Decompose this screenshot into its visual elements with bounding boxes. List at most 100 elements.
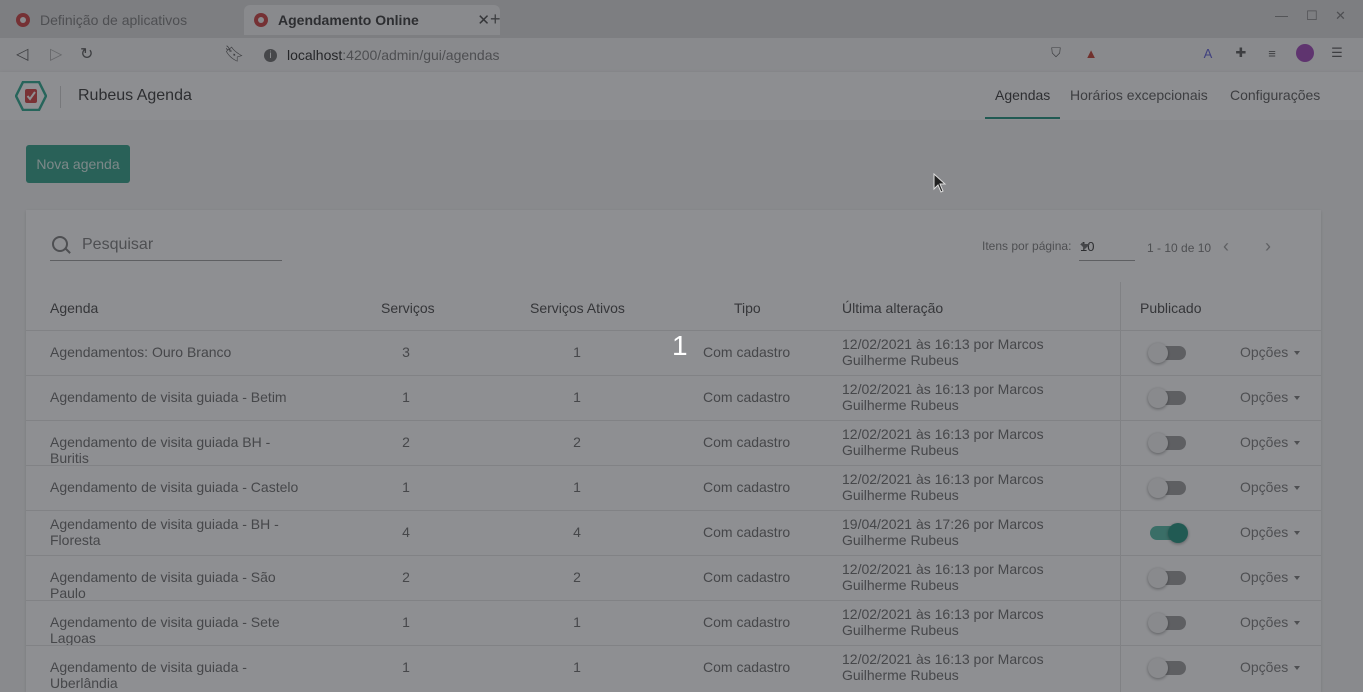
cell-servicos-ativos: 1 [573, 479, 581, 495]
translate-extension-icon[interactable]: A [1199, 44, 1217, 62]
publicado-toggle[interactable] [1148, 478, 1186, 498]
opcoes-menu-button[interactable]: Opções [1240, 344, 1301, 360]
address-bar[interactable]: i localhost:4200/admin/gui/agendas [258, 42, 1038, 68]
menu-icon[interactable]: ☰ [1328, 44, 1346, 62]
agendas-table-card: Itens por página: 10 1 - 10 de 10 ‹ › Ag… [26, 210, 1321, 692]
publicado-toggle[interactable] [1150, 523, 1188, 543]
items-per-page-label: Itens por página: [982, 239, 1072, 253]
header-divider [60, 86, 61, 108]
header-ultima-alteracao[interactable]: Última alteração [842, 300, 943, 316]
cell-servicos-ativos: 2 [573, 569, 581, 585]
nav-configuracoes[interactable]: Configurações [1230, 87, 1320, 103]
site-info-icon[interactable]: i [264, 48, 277, 62]
opcoes-label: Opções [1240, 524, 1289, 540]
close-window-icon[interactable]: ✕ [1335, 8, 1346, 24]
header-servicos-ativos[interactable]: Serviços Ativos [530, 300, 625, 316]
minimize-window-icon[interactable]: — [1275, 8, 1288, 23]
cell-servicos: 2 [402, 569, 410, 585]
url-host: localhost [287, 47, 343, 63]
browser-tab-agendamento[interactable]: Agendamento Online ✕ [244, 5, 500, 35]
toggle-knob [1148, 568, 1168, 588]
previous-page-icon[interactable]: ‹ [1223, 236, 1229, 257]
active-nav-indicator [985, 117, 1060, 119]
cell-agenda: Agendamento de visita guiada - BH - Flor… [50, 516, 279, 548]
opcoes-menu-button[interactable]: Opções [1240, 479, 1301, 495]
opcoes-menu-button[interactable]: Opções [1240, 524, 1301, 540]
opcoes-label: Opções [1240, 614, 1289, 630]
page-size-select[interactable]: 10 [1079, 234, 1135, 261]
table-row[interactable]: Agendamento de visita guiada - Uberlândi… [26, 645, 1321, 691]
url-path: :4200/admin/gui/agendas [342, 47, 500, 63]
cell-servicos: 2 [402, 434, 410, 450]
cell-ultima-alteracao: 12/02/2021 às 16:13 por Marcos Guilherme… [842, 561, 1044, 593]
cell-tipo: Com cadastro [703, 524, 791, 540]
opcoes-menu-button[interactable]: Opções [1240, 434, 1301, 450]
table-row[interactable]: Agendamento de visita guiada - Betim 1 1 Co… [26, 375, 1321, 421]
new-tab-icon[interactable]: + [490, 9, 501, 30]
nav-horarios-excepcionais[interactable]: Horários excepcionais [1070, 87, 1208, 103]
cell-ultima-alteracao: 12/02/2021 às 16:13 por Marcos Guilherme… [842, 336, 1044, 368]
countdown-number: 1 [672, 330, 688, 361]
dropdown-arrow-icon [1294, 351, 1301, 356]
profile-avatar-icon[interactable] [1296, 44, 1314, 62]
cell-tipo: Com cadastro [703, 389, 791, 405]
browser-toolbar: ◁ ▷ ↻ 🔖︎ i localhost:4200/admin/gui/agen… [0, 38, 1363, 73]
publicado-toggle[interactable] [1148, 568, 1186, 588]
cell-servicos: 1 [402, 389, 410, 405]
toggle-knob [1148, 658, 1168, 678]
brave-rewards-icon[interactable]: ▲ [1082, 44, 1100, 62]
opcoes-label: Opções [1240, 569, 1289, 585]
nova-agenda-button[interactable]: Nova agenda [26, 145, 130, 183]
opcoes-menu-button[interactable]: Opções [1240, 569, 1301, 585]
nav-agendas[interactable]: Agendas [995, 87, 1050, 103]
publicado-toggle[interactable] [1148, 433, 1186, 453]
media-queue-icon[interactable]: ≡ [1263, 44, 1281, 62]
cell-servicos-ativos: 4 [573, 524, 581, 540]
cell-tipo: Com cadastro [703, 479, 791, 495]
bookmark-icon[interactable]: 🔖︎ [224, 44, 244, 64]
cell-tipo: Com cadastro [703, 344, 791, 360]
extensions-puzzle-icon[interactable]: ✚ [1232, 44, 1250, 62]
table-row[interactable]: Agendamento de visita guiada - Castelo 1 1… [26, 465, 1321, 511]
search-input[interactable] [82, 232, 278, 258]
back-icon[interactable]: ◁ [16, 44, 28, 64]
cell-ultima-alteracao: 12/02/2021 às 16:13 por Marcos Guilherme… [842, 426, 1044, 458]
cell-agenda: Agendamentos: Ouro Branco [50, 344, 232, 360]
header-publicado[interactable]: Publicado [1140, 300, 1202, 316]
opcoes-label: Opções [1240, 479, 1289, 495]
cell-agenda: Agendamento de visita guiada - Castelo [50, 479, 299, 495]
dropdown-arrow-icon [1294, 576, 1301, 581]
close-tab-icon[interactable]: ✕ [477, 11, 490, 29]
header-tipo[interactable]: Tipo [734, 300, 761, 316]
caret-down-icon [1080, 244, 1090, 249]
cell-servicos: 1 [402, 659, 410, 675]
table-row[interactable]: Agendamento de visita guiada BH - Buriti… [26, 420, 1321, 466]
browser-tab-definicao[interactable]: Definição de aplicativos [6, 5, 252, 35]
table-row[interactable]: Agendamento de visita guiada - BH - Flor… [26, 510, 1321, 556]
publicado-toggle[interactable] [1148, 388, 1186, 408]
opcoes-menu-button[interactable]: Opções [1240, 614, 1301, 630]
maximize-window-icon[interactable]: ☐ [1306, 8, 1318, 24]
tab-title: Agendamento Online [278, 12, 419, 28]
app-favicon-icon [16, 13, 30, 27]
opcoes-menu-button[interactable]: Opções [1240, 389, 1301, 405]
table-row[interactable]: Agendamento de visita guiada - São Paulo… [26, 555, 1321, 601]
header-servicos[interactable]: Serviços [381, 300, 435, 316]
forward-icon[interactable]: ▷ [50, 44, 62, 64]
cell-servicos: 3 [402, 344, 410, 360]
toggle-knob [1148, 388, 1168, 408]
toggle-knob [1148, 343, 1168, 363]
publicado-toggle[interactable] [1148, 613, 1186, 633]
reload-icon[interactable]: ↻ [80, 44, 93, 64]
cell-agenda: Agendamento de visita guiada - Sete Lago… [50, 614, 280, 646]
publicado-toggle[interactable] [1148, 658, 1186, 678]
cell-servicos: 1 [402, 479, 410, 495]
cell-agenda: Agendamento de visita guiada - Betim [50, 389, 287, 405]
table-row[interactable]: Agendamento de visita guiada - Sete Lago… [26, 600, 1321, 646]
next-page-icon[interactable]: › [1265, 236, 1271, 257]
cell-agenda: Agendamento de visita guiada - São Paulo [50, 569, 276, 601]
opcoes-menu-button[interactable]: Opções [1240, 659, 1301, 675]
brave-shield-icon[interactable]: ⛉ [1047, 44, 1065, 62]
publicado-toggle[interactable] [1148, 343, 1186, 363]
header-agenda[interactable]: Agenda [50, 300, 98, 316]
